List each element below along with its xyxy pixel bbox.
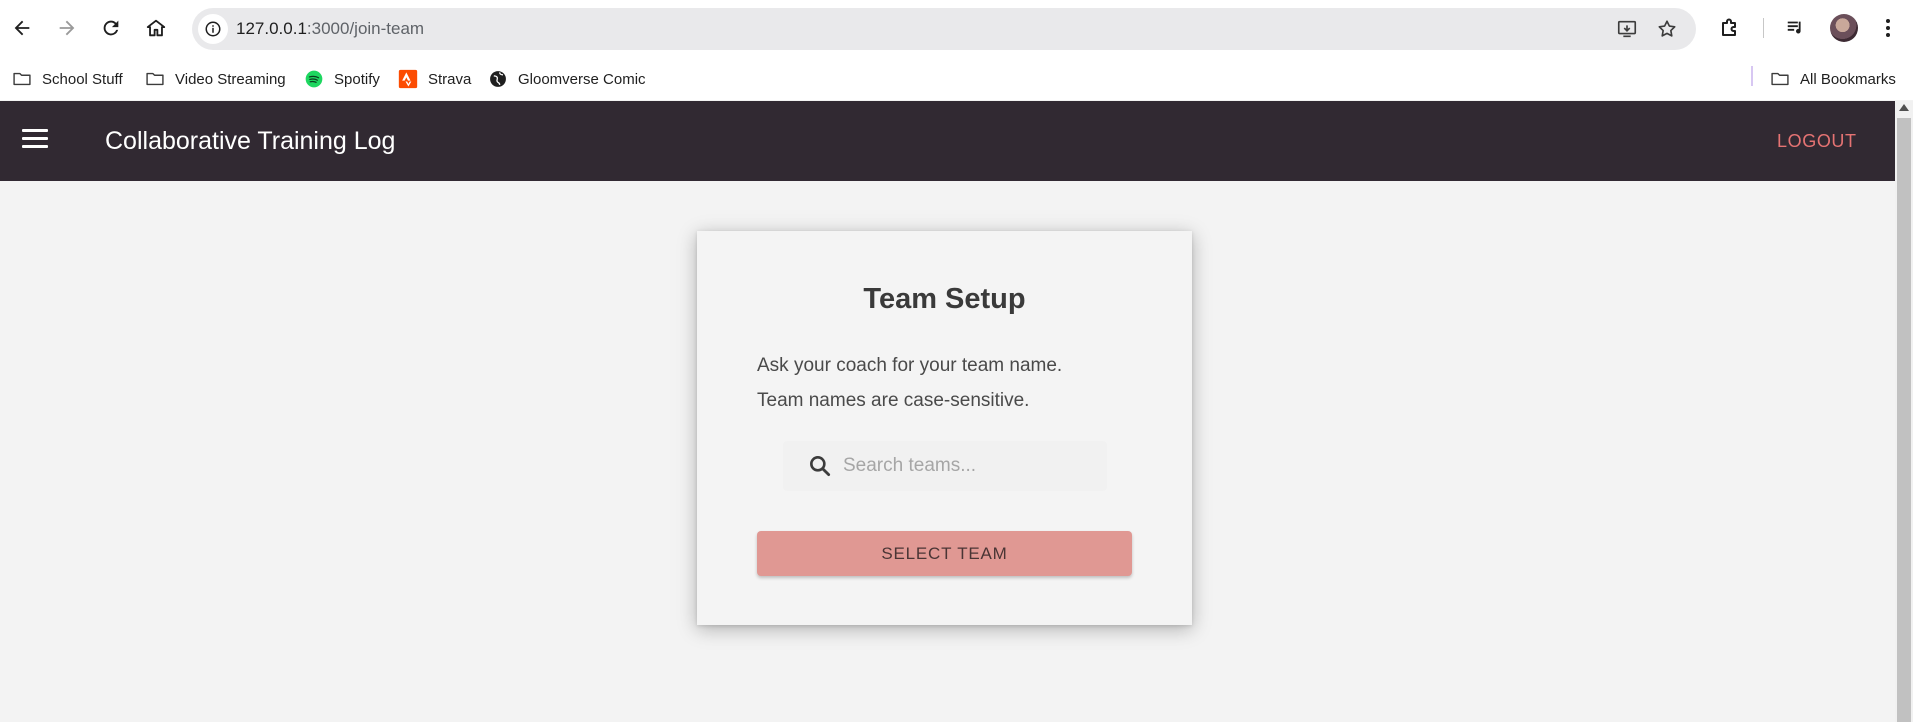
url-text[interactable]: 127.0.0.1:3000/join-team	[236, 19, 424, 39]
site-info-icon[interactable]	[198, 14, 228, 44]
folder-icon	[146, 72, 164, 86]
select-team-button[interactable]: SELECT TEAM	[757, 531, 1132, 576]
puzzle-icon	[1722, 18, 1736, 36]
browser-menu-button[interactable]	[1874, 14, 1902, 42]
all-bookmarks-button[interactable]: All Bookmarks	[1770, 65, 1896, 93]
bookmark-strava[interactable]: Strava	[398, 65, 471, 93]
home-icon	[146, 19, 166, 37]
bookmarks-divider	[1751, 66, 1753, 86]
bookmark-school-stuff[interactable]: School Stuff	[12, 65, 123, 93]
reload-icon	[103, 20, 119, 36]
logout-button[interactable]: LOGOUT	[1777, 131, 1857, 152]
browser-toolbar: 127.0.0.1:3000/join-team	[0, 0, 1913, 58]
media-controls-button[interactable]	[1782, 14, 1810, 42]
media-queue-icon	[1787, 21, 1801, 34]
bookmark-label: Spotify	[334, 70, 380, 88]
bookmarks-bar: School Stuff Video Streaming Spotify Str…	[0, 58, 1913, 100]
address-bar[interactable]: 127.0.0.1:3000/join-team	[192, 8, 1696, 50]
folder-icon	[1771, 72, 1789, 86]
search-icon	[810, 456, 831, 477]
extensions-button[interactable]	[1716, 14, 1744, 42]
app-header: Collaborative Training Log LOGOUT	[0, 101, 1895, 181]
bookmark-label: Strava	[428, 70, 472, 88]
install-app-icon[interactable]	[1616, 18, 1638, 40]
bookmark-gloomverse-comic[interactable]: Gloomverse Comic	[488, 65, 646, 93]
arrow-left-icon	[14, 20, 30, 36]
instruction-text: Ask your coach for your team name.	[757, 355, 1063, 376]
team-search-input[interactable]	[843, 453, 1093, 479]
team-setup-card: Team Setup Ask your coach for your team …	[697, 231, 1192, 625]
case-sensitive-note: Team names are case-sensitive.	[757, 390, 1030, 411]
toolbar-separator	[1763, 18, 1764, 38]
arrow-right-icon	[59, 20, 75, 36]
card-title: Team Setup	[863, 283, 1026, 315]
bookmark-label: School Stuff	[42, 70, 123, 88]
folder-icon	[13, 72, 31, 86]
spotify-icon	[305, 70, 323, 88]
bookmark-spotify[interactable]: Spotify	[304, 65, 380, 93]
strava-icon	[398, 69, 418, 89]
profile-avatar[interactable]	[1830, 14, 1858, 42]
forward-button[interactable]	[51, 12, 83, 44]
bookmark-label: Gloomverse Comic	[518, 70, 646, 88]
bookmark-label: Video Streaming	[175, 70, 286, 88]
scrollbar-thumb[interactable]	[1897, 118, 1911, 722]
app-title: Collaborative Training Log	[105, 127, 396, 155]
home-button[interactable]	[140, 12, 172, 44]
url-path: :3000/join-team	[306, 19, 425, 38]
bookmark-video-streaming[interactable]: Video Streaming	[145, 65, 286, 93]
globe-icon	[490, 71, 506, 87]
all-bookmarks-label: All Bookmarks	[1800, 70, 1896, 88]
team-search-box[interactable]	[783, 441, 1107, 491]
url-host: 127.0.0.1	[236, 19, 307, 38]
more-vertical-icon	[1886, 19, 1890, 37]
scroll-up-arrow-icon[interactable]	[1899, 104, 1909, 111]
hamburger-menu-icon[interactable]	[22, 129, 48, 153]
back-button[interactable]	[6, 12, 38, 44]
bookmark-star-icon[interactable]	[1656, 18, 1678, 40]
reload-button[interactable]	[95, 12, 127, 44]
